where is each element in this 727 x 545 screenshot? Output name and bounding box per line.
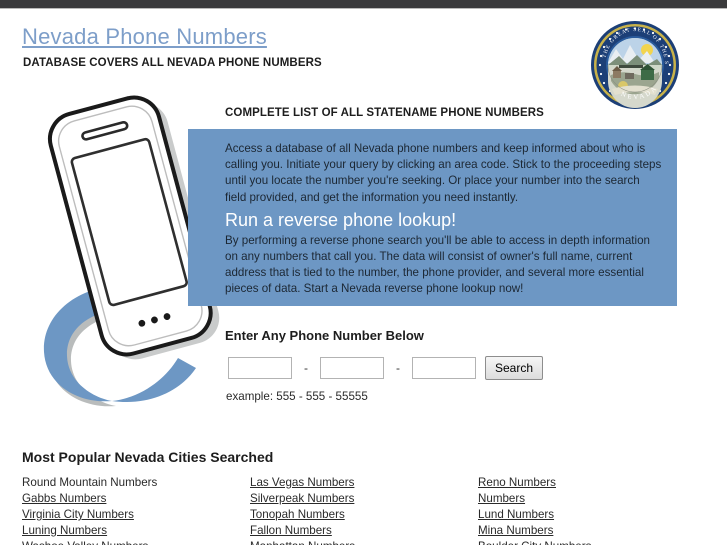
site-title-link[interactable]: Nevada Phone Numbers — [22, 24, 267, 50]
site-tagline: DATABASE COVERS ALL NEVADA PHONE NUMBERS — [23, 57, 322, 69]
phone-search-form: - - Search — [228, 356, 544, 380]
city-link[interactable]: Boulder City Numbers — [478, 539, 591, 545]
city-link[interactable]: Silverpeak Numbers — [250, 491, 355, 507]
city-link[interactable]: Washoe Valley Numbers — [22, 539, 157, 545]
complete-list-heading: COMPLETE LIST OF ALL STATENAME PHONE NUM… — [225, 107, 544, 119]
search-button[interactable]: Search — [485, 356, 544, 380]
area-code-input[interactable] — [228, 357, 292, 379]
popular-cities-heading: Most Popular Nevada Cities Searched — [22, 449, 274, 465]
cities-column-1: Round Mountain Numbers Gabbs Numbers Virgi… — [22, 475, 157, 545]
city-link[interactable]: Virginia City Numbers — [22, 507, 157, 523]
city-link[interactable]: Manhattan Numbers — [250, 539, 355, 545]
cities-column-2: Las Vegas Numbers Silverpeak Numbers Tonop… — [250, 475, 355, 545]
reverse-lookup-heading: Run a reverse phone lookup! — [225, 209, 457, 230]
city-link[interactable]: Las Vegas Numbers — [250, 475, 355, 491]
search-form-heading: Enter Any Phone Number Below — [225, 328, 424, 343]
reverse-lookup-paragraph: By performing a reverse phone search you… — [225, 233, 650, 296]
city-link[interactable]: Reno Numbers — [478, 475, 591, 491]
separator-dash-1: - — [304, 361, 308, 375]
city-link[interactable]: Gabbs Numbers — [22, 491, 157, 507]
top-dark-bar — [0, 0, 727, 9]
city-link[interactable]: Lund Numbers — [478, 507, 591, 523]
city-link[interactable]: Luning Numbers — [22, 523, 157, 539]
page-root: Nevada Phone Numbers DATABASE COVERS ALL… — [0, 0, 727, 545]
prefix-input[interactable] — [320, 357, 384, 379]
city-link[interactable]: Mina Numbers — [478, 523, 591, 539]
city-link[interactable]: Fallon Numbers — [250, 523, 355, 539]
city-link[interactable]: Tonopah Numbers — [250, 507, 355, 523]
cities-column-3: Reno Numbers Numbers Lund Numbers Mina Numb… — [478, 475, 591, 545]
city-link[interactable]: Numbers — [478, 491, 591, 507]
separator-dash-2: - — [396, 361, 400, 375]
line-number-input[interactable] — [412, 357, 476, 379]
nevada-state-seal-icon: THE GREAT SEAL OF THE STATE OF NEVADA — [587, 15, 681, 111]
info-panel: Access a database of all Nevada phone nu… — [188, 129, 677, 306]
intro-paragraph: Access a database of all Nevada phone nu… — [225, 142, 662, 204]
example-format-text: example: 555 - 555 - 55555 — [226, 390, 368, 403]
city-link: Round Mountain Numbers — [22, 476, 158, 489]
popular-cities-list: Round Mountain Numbers Gabbs Numbers Virgi… — [0, 475, 727, 545]
